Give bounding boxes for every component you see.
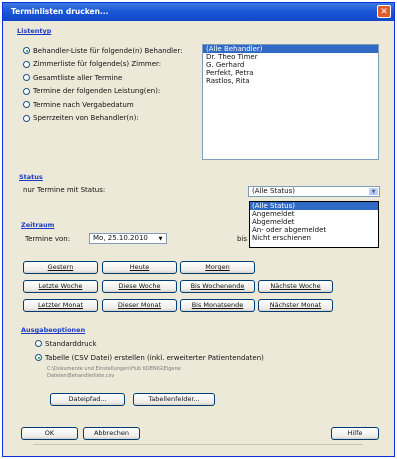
dropdown-option[interactable]: An- oder abgemeldet (250, 226, 378, 234)
chevron-down-icon[interactable]: ▼ (369, 188, 378, 195)
dropdown-option[interactable]: Angemeldet (250, 210, 378, 218)
list-item[interactable]: Rastlos, Rita (203, 77, 378, 85)
radio-label: Behandler-Liste für folgende(n) Behandle… (33, 46, 183, 55)
list-item[interactable]: (Alle Behandler) (203, 45, 378, 53)
radio-label: Standarddruck (45, 339, 97, 348)
radio-option[interactable]: Behandler-Liste für folgende(n) Behandle… (23, 45, 183, 56)
bis-label: bis (237, 235, 248, 243)
radio-button[interactable] (23, 47, 30, 54)
list-item[interactable]: G. Gerhard (203, 61, 378, 69)
zeitraum-label: Zeitraum (21, 221, 55, 229)
bis-wochenende-button[interactable]: Bis Wochenende (180, 280, 255, 293)
behandler-listbox[interactable]: (Alle Behandler) Dr. Theo Timer G. Gerha… (202, 44, 379, 160)
ok-button[interactable]: OK (21, 427, 78, 440)
dropdown-option[interactable]: Abgemeldet (250, 218, 378, 226)
listentyp-label: Listentyp (17, 27, 52, 35)
naechste-woche-button[interactable]: Nächste Woche (258, 280, 333, 293)
radio-label: Termine nach Vergabedatum (33, 100, 134, 109)
status-dropdown[interactable]: (Alle Status) Angemeldet Abgemeldet An- … (249, 201, 379, 248)
radio-label: Sperrzeiten von Behandler(n): (33, 114, 139, 122)
radio-label: Gesamtliste aller Termine (33, 73, 123, 82)
list-item[interactable]: Dr. Theo Timer (203, 53, 378, 61)
chevron-down-icon[interactable]: ▼ (156, 235, 165, 242)
radio-button[interactable] (35, 340, 42, 347)
radio-button[interactable] (23, 114, 30, 122)
csv-path-line2: Dateien\Behandlerliste.csv (47, 373, 115, 379)
radio-option[interactable]: Tabelle (CSV Datei) erstellen (inkl. erw… (35, 352, 264, 363)
ausgabeoptionen-label: Ausgabeoptionen (21, 326, 86, 334)
radio-button[interactable] (23, 101, 30, 108)
radio-button[interactable] (23, 87, 30, 95)
status-strip (33, 444, 363, 455)
dropdown-option[interactable]: (Alle Status) (250, 202, 378, 210)
naechster-monat-button[interactable]: Nächster Monat (258, 299, 333, 312)
radio-option[interactable]: Sperrzeiten von Behandler(n): (23, 113, 139, 124)
tabellenfelder-button[interactable]: Tabellenfelder... (133, 393, 215, 406)
status-filter-label: nur Termine mit Status: (23, 186, 106, 194)
radio-label: Tabelle (CSV Datei) erstellen (inkl. erw… (45, 353, 264, 362)
close-icon: ✕ (380, 7, 388, 17)
radio-option[interactable]: Standarddruck (35, 338, 97, 349)
date-from-value: Mo, 25.10.2010 (93, 234, 148, 242)
dateipfad-button[interactable]: Dateipfad... (50, 393, 125, 406)
csv-path-line1: C:\Dokumente und Einstellungen\Hub KOENI… (47, 366, 181, 372)
dropdown-option[interactable]: Nicht erschienen (250, 234, 378, 242)
help-button[interactable]: Hilfe (331, 427, 379, 440)
gestern-button[interactable]: Gestern (23, 261, 98, 274)
date-from-picker[interactable]: Mo, 25.10.2010 ▼ (89, 233, 167, 244)
status-label: Status (19, 173, 43, 181)
status-selected-value: (Alle Status) (252, 187, 295, 195)
close-button[interactable]: ✕ (377, 5, 391, 18)
letzter-monat-button[interactable]: Letzter Monat (23, 299, 98, 312)
radio-label: Zimmerliste für folgende(s) Zimmer: (33, 60, 162, 68)
title-bar[interactable]: Terminlisten drucken... ✕ (3, 3, 394, 21)
heute-button[interactable]: Heute (102, 261, 177, 274)
dialog-window: Terminlisten drucken... ✕ Listentyp Beha… (2, 2, 395, 457)
morgen-button[interactable]: Morgen (180, 261, 255, 274)
diese-woche-button[interactable]: Diese Woche (102, 280, 177, 293)
dieser-monat-button[interactable]: Dieser Monat (102, 299, 177, 312)
radio-option[interactable]: Termine nach Vergabedatum (23, 99, 134, 110)
radio-label: Termine der folgenden Leistung(en): (33, 87, 161, 95)
letzte-woche-button[interactable]: Letzte Woche (23, 280, 98, 293)
bis-monatsende-button[interactable]: Bis Monatsende (180, 299, 255, 312)
window-title: Terminlisten drucken... (11, 7, 109, 16)
radio-option[interactable]: Termine der folgenden Leistung(en): (23, 86, 160, 97)
radio-button[interactable] (35, 354, 42, 361)
radio-button[interactable] (23, 74, 30, 81)
cancel-button[interactable]: Abbrechen (83, 427, 140, 440)
radio-option[interactable]: Gesamtliste aller Termine (23, 72, 122, 83)
list-item[interactable]: Perfekt, Petra (203, 69, 378, 77)
termine-von-label: Termine von: (25, 235, 71, 243)
status-select[interactable]: (Alle Status) ▼ (248, 186, 380, 197)
radio-option[interactable]: Zimmerliste für folgende(s) Zimmer: (23, 59, 161, 70)
radio-button[interactable] (23, 60, 30, 68)
